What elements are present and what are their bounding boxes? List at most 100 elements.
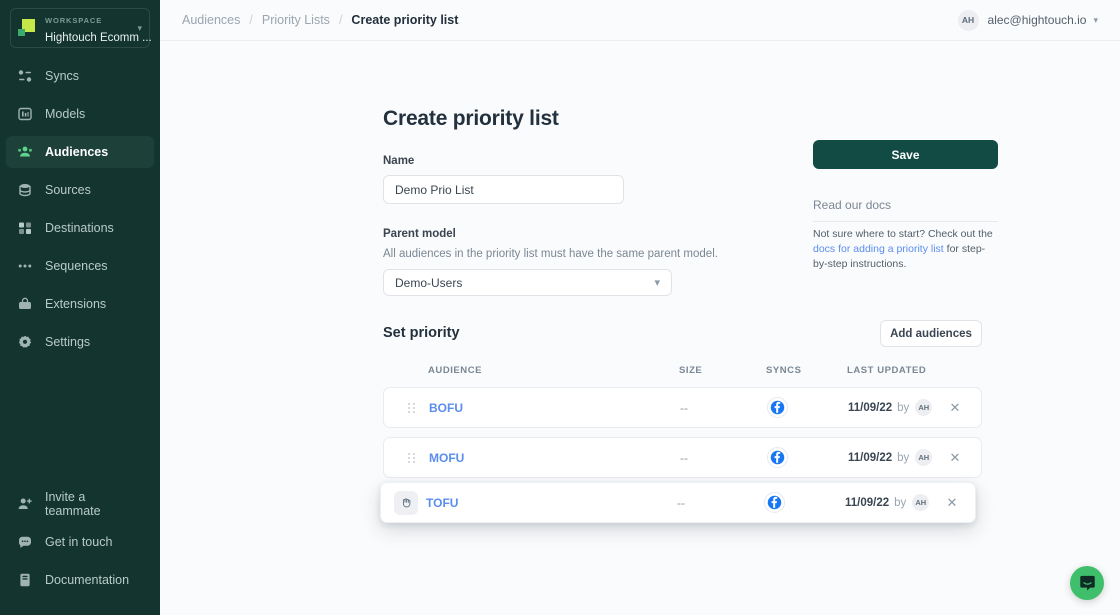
sidebar-item-sources[interactable]: Sources	[6, 174, 154, 206]
sidebar-item-get-in-touch[interactable]: Get in touch	[6, 527, 154, 557]
chat-icon	[16, 533, 34, 551]
breadcrumb: Audiences / Priority Lists / Create prio…	[182, 13, 458, 27]
settings-icon	[16, 333, 34, 351]
docs-description: Not sure where to start? Check out the d…	[813, 227, 994, 272]
workspace-name: Hightouch Ecomm ...	[45, 32, 152, 44]
sync-destinations	[767, 397, 788, 418]
sequences-icon	[16, 257, 34, 275]
name-input[interactable]	[383, 175, 624, 204]
last-updated: 11/09/22 by AH	[848, 399, 932, 416]
last-updated: 11/09/22 by AH	[848, 449, 932, 466]
sidebar-item-label: Destinations	[45, 221, 114, 235]
workspace-selector[interactable]: WORKSPACE Hightouch Ecomm ... ▾	[10, 8, 150, 48]
sidebar-item-sequences[interactable]: Sequences	[6, 250, 154, 282]
user-menu[interactable]: AH alec@hightouch.io ▾	[958, 10, 1098, 31]
intercom-chat-icon[interactable]	[1070, 566, 1104, 600]
audience-link[interactable]: MOFU	[429, 451, 464, 465]
drag-handle-grabbing-icon[interactable]	[394, 491, 418, 515]
sidebar-item-label: Settings	[45, 335, 90, 349]
avatar: AH	[915, 399, 932, 416]
facebook-icon	[767, 397, 788, 418]
updated-by-label: by	[897, 452, 909, 464]
book-icon	[16, 571, 34, 589]
destinations-icon	[16, 219, 34, 237]
sidebar-bottom-nav: Invite a teammate Get in touch Documenta…	[0, 489, 160, 615]
extensions-icon	[16, 295, 34, 313]
sidebar-item-label: Sources	[45, 183, 91, 197]
table-row[interactable]: MOFU -- 11/09/22 by AH ✕	[383, 437, 982, 478]
updated-date: 11/09/22	[848, 402, 892, 414]
syncs-icon	[16, 67, 34, 85]
sidebar-item-label: Documentation	[45, 573, 129, 587]
save-button[interactable]: Save	[813, 140, 998, 169]
column-header-last-updated: LAST UPDATED	[847, 365, 926, 376]
column-header-size: SIZE	[679, 365, 702, 376]
remove-audience-button[interactable]: ✕	[946, 399, 964, 417]
breadcrumb-item-current: Create priority list	[351, 13, 458, 27]
sidebar-item-label: Invite a teammate	[45, 490, 144, 518]
sidebar-item-audiences[interactable]: Audiences	[6, 136, 154, 168]
user-plus-icon	[16, 495, 34, 513]
set-priority-heading: Set priority	[383, 325, 460, 341]
table-row-dragging[interactable]: TOFU -- 11/09/22 by AH ✕	[380, 482, 976, 523]
column-header-syncs: SYNCS	[766, 365, 801, 376]
name-field-label: Name	[383, 155, 414, 167]
sidebar-item-label: Get in touch	[45, 535, 112, 549]
page-title: Create priority list	[383, 107, 559, 131]
audience-size: --	[677, 496, 685, 510]
parent-model-select[interactable]: Demo-Users ▾	[383, 269, 672, 296]
last-updated: 11/09/22 by AH	[845, 494, 929, 511]
column-header-audience: AUDIENCE	[428, 365, 482, 376]
updated-date: 11/09/22	[845, 497, 889, 509]
workspace-label: WORKSPACE	[45, 16, 102, 25]
audiences-icon	[16, 143, 34, 161]
sidebar-item-label: Extensions	[45, 297, 106, 311]
main-area: Audiences / Priority Lists / Create prio…	[160, 0, 1120, 615]
sidebar-item-label: Audiences	[45, 145, 108, 159]
sidebar-item-settings[interactable]: Settings	[6, 326, 154, 358]
sidebar-item-documentation[interactable]: Documentation	[6, 565, 154, 595]
chevron-down-icon: ▾	[137, 23, 142, 34]
audience-size: --	[680, 451, 688, 465]
sidebar-item-models[interactable]: Models	[6, 98, 154, 130]
sidebar-item-invite-teammate[interactable]: Invite a teammate	[6, 489, 154, 519]
updated-by-label: by	[897, 402, 909, 414]
remove-audience-button[interactable]: ✕	[946, 449, 964, 467]
avatar: AH	[958, 10, 979, 31]
breadcrumb-item-audiences[interactable]: Audiences	[182, 13, 240, 27]
sidebar-item-destinations[interactable]: Destinations	[6, 212, 154, 244]
drag-handle-icon[interactable]	[400, 397, 422, 419]
sync-destinations	[767, 447, 788, 468]
sidebar-item-label: Models	[45, 107, 85, 121]
app-root: WORKSPACE Hightouch Ecomm ... ▾ Syncs Mo…	[0, 0, 1120, 615]
parent-model-label: Parent model	[383, 228, 456, 240]
drag-handle-icon[interactable]	[400, 447, 422, 469]
docs-text-before: Not sure where to start? Check out the	[813, 228, 993, 240]
hightouch-logo-icon	[18, 18, 38, 38]
breadcrumb-item-priority-lists[interactable]: Priority Lists	[262, 13, 330, 27]
docs-link[interactable]: docs for adding a priority list	[813, 243, 944, 255]
docs-heading: Read our docs	[813, 198, 891, 212]
sidebar: WORKSPACE Hightouch Ecomm ... ▾ Syncs Mo…	[0, 0, 160, 615]
updated-by-label: by	[894, 497, 906, 509]
sidebar-nav: Syncs Models Audiences Sources	[0, 60, 160, 364]
audience-link[interactable]: BOFU	[429, 401, 463, 415]
add-audiences-button[interactable]: Add audiences	[880, 320, 982, 347]
remove-audience-button[interactable]: ✕	[943, 494, 961, 512]
audience-size: --	[680, 401, 688, 415]
table-header: AUDIENCE SIZE SYNCS LAST UPDATED	[383, 365, 982, 379]
chevron-down-icon: ▾	[654, 276, 660, 289]
sidebar-item-extensions[interactable]: Extensions	[6, 288, 154, 320]
audience-link[interactable]: TOFU	[426, 496, 458, 510]
sources-icon	[16, 181, 34, 199]
parent-model-value: Demo-Users	[395, 276, 462, 290]
breadcrumb-separator: /	[339, 13, 342, 27]
updated-date: 11/09/22	[848, 452, 892, 464]
avatar: AH	[912, 494, 929, 511]
user-email: alec@hightouch.io	[988, 13, 1087, 27]
sidebar-item-syncs[interactable]: Syncs	[6, 60, 154, 92]
sidebar-item-label: Syncs	[45, 69, 79, 83]
table-row[interactable]: BOFU -- 11/09/22 by AH ✕	[383, 387, 982, 428]
chevron-down-icon: ▾	[1093, 15, 1098, 26]
page-content: Create priority list Name Parent model A…	[160, 41, 1120, 615]
